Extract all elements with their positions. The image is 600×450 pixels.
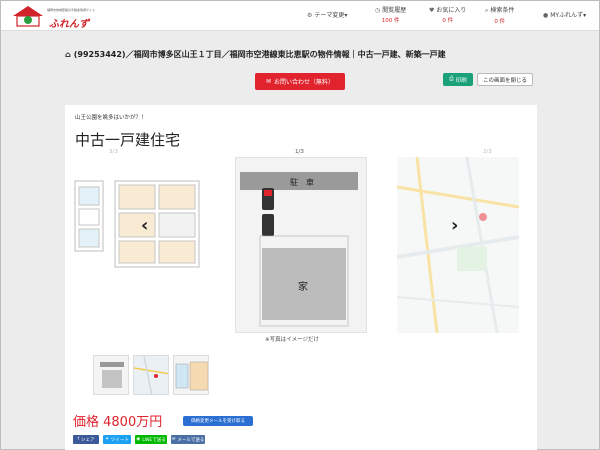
email-share-button[interactable]: ✉ メールで送る xyxy=(171,435,205,444)
heart-icon: ♥ xyxy=(429,7,435,14)
floor-plan-image[interactable] xyxy=(73,179,201,273)
favorites-count: 0 件 xyxy=(442,18,454,24)
print-button[interactable]: ⎙ 印刷 xyxy=(443,73,473,86)
share-label: ツイート xyxy=(110,437,129,443)
property-title: 中古一戸建住宅 xyxy=(75,131,181,149)
slide-counter-right: 2/3 xyxy=(483,149,492,155)
slide-counter-left: 3/3 xyxy=(109,149,118,155)
close-page-button[interactable]: この画面を閉じる xyxy=(477,73,533,86)
search-count: 0 件 xyxy=(494,19,506,25)
line-icon: ◉ xyxy=(136,437,141,442)
facebook-share-button[interactable]: f シェア xyxy=(73,435,99,444)
print-button-label: 印刷 xyxy=(455,77,467,84)
facebook-icon: f xyxy=(77,437,80,442)
printer-icon: ⎙ xyxy=(449,76,454,82)
site-layout-image[interactable]: 駐 車 家 xyxy=(235,157,367,333)
envelope-icon: ✉ xyxy=(171,437,176,442)
share-label: LINEで送る xyxy=(142,437,166,443)
slide-counter-center: 1/3 xyxy=(295,149,304,155)
house-logo-icon xyxy=(13,6,43,27)
user-icon: ● xyxy=(543,12,549,19)
nav-theme-change[interactable]: ⚙ テーマ変更▾ xyxy=(307,10,347,19)
price-change-mail-label: 価格変更メールを受け取る xyxy=(191,419,245,424)
property-panel: 山王公園を眺多はいかが？！ 中古一戸建住宅 3/3 1/3 2/3 駐 車 家 … xyxy=(65,105,537,450)
next-slide-arrow[interactable]: › xyxy=(451,215,458,236)
search-icon: ⌕ xyxy=(485,7,489,14)
thumbnail-layout[interactable] xyxy=(93,355,129,395)
history-icon: ◷ xyxy=(375,7,381,14)
map-image[interactable] xyxy=(397,157,519,333)
catch-copy: 山王公園を眺多はいかが？！ xyxy=(75,115,147,121)
twitter-share-button[interactable]: ✦ ツイート xyxy=(103,435,131,444)
breadcrumb-text: (99253442)／福岡市博多区山王１丁目／福岡市空港線東比恵駅の物件情報｜中… xyxy=(73,50,446,59)
photo-note: ※写真はイメージだけ xyxy=(265,337,319,343)
site-logo[interactable]: 福岡市地域密着の不動産情報サイト ふれんず xyxy=(11,4,95,30)
nav-label: お気に入り xyxy=(436,7,467,14)
mail-icon: ✉ xyxy=(265,78,271,85)
close-page-button-label: この画面を閉じる xyxy=(482,77,527,84)
price-label: 価格 4800万円 xyxy=(73,415,163,430)
share-label: メールで送る xyxy=(177,437,205,443)
thumbnail-floor-plan[interactable] xyxy=(173,355,209,395)
nav-label: 閲覧履歴 xyxy=(382,7,407,14)
history-count: 100 件 xyxy=(381,18,400,24)
logo-tagline: 福岡市地域密着の不動産情報サイト xyxy=(47,8,96,12)
nav-favorites[interactable]: ♥ お気に入り 0 件 xyxy=(429,5,466,24)
prev-slide-arrow[interactable]: ‹ xyxy=(141,215,148,236)
top-navigation-bar: 福岡市地域密着の不動産情報サイト ふれんず ⚙ テーマ変更▾ ◷ 閲覧履歴 100 … xyxy=(1,1,599,31)
nav-search-conditions[interactable]: ⌕ 検索条件 0 件 xyxy=(485,5,514,25)
contact-button-label: お問い合わせ（無料） xyxy=(274,79,335,86)
gear-icon: ⚙ xyxy=(307,12,313,19)
logo-text: ふれんず xyxy=(49,19,89,30)
parking-label: 駐 車 xyxy=(290,177,314,187)
home-icon[interactable]: ⌂ xyxy=(65,50,71,59)
contact-button[interactable]: ✉ お問い合わせ（無料） xyxy=(255,73,345,90)
breadcrumb: ⌂ (99253442)／福岡市博多区山王１丁目／福岡市空港線東比恵駅の物件情報｜… xyxy=(65,49,545,60)
thumbnail-map[interactable] xyxy=(133,355,169,395)
nav-my-account[interactable]: ● MYふれんず▾ xyxy=(543,10,586,19)
nav-history[interactable]: ◷ 閲覧履歴 100 件 xyxy=(375,5,406,24)
twitter-icon: ✦ xyxy=(105,437,109,442)
line-share-button[interactable]: ◉ LINEで送る xyxy=(135,435,167,444)
nav-label: 検索条件 xyxy=(490,7,515,14)
nav-label: MYふれんず▾ xyxy=(550,12,587,19)
share-label: シェア xyxy=(81,437,95,443)
nav-label: テーマ変更▾ xyxy=(314,12,348,19)
house-label: 家 xyxy=(298,280,308,293)
price-change-mail-button[interactable]: 価格変更メールを受け取る xyxy=(183,416,253,426)
